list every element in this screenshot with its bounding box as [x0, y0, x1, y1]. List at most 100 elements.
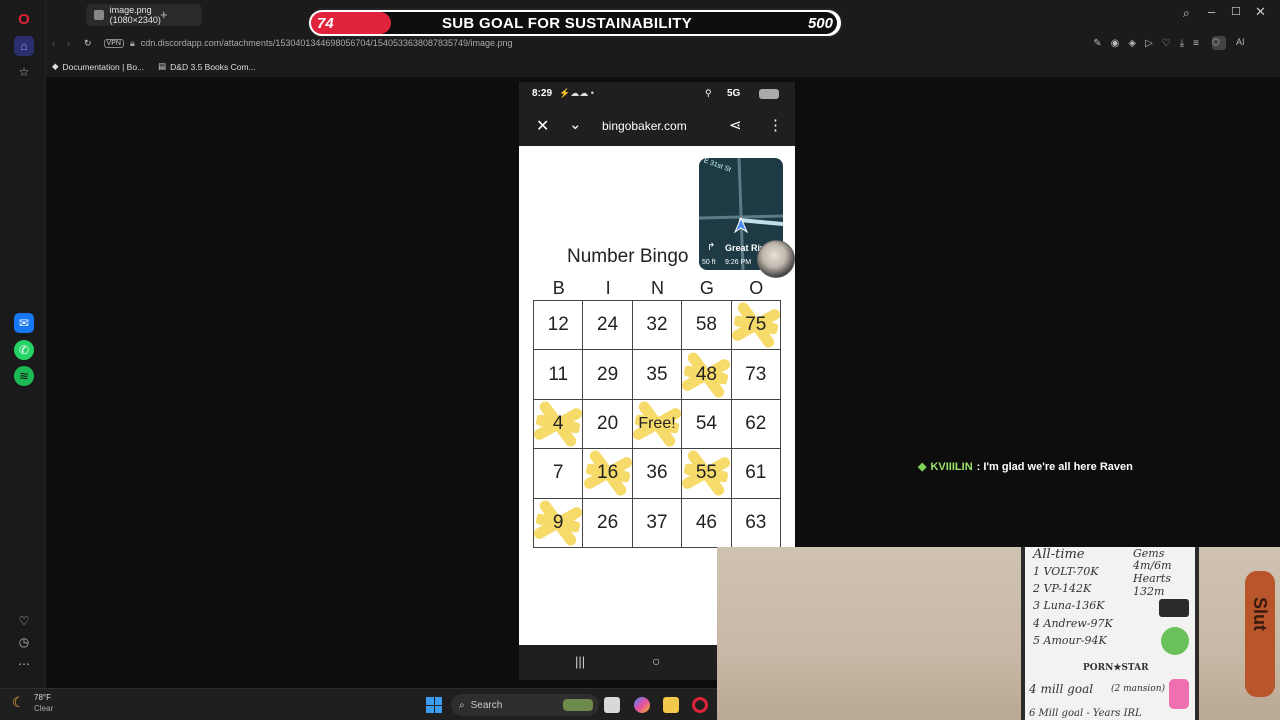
bingo-cell[interactable]: 62 — [731, 399, 781, 450]
phone-browser-bar: ✕ ⌄ bingobaker.com ⋖ ⋮ — [519, 106, 795, 146]
bingo-cell-value: 58 — [695, 314, 717, 336]
bingo-cell[interactable]: 37 — [632, 498, 683, 548]
bingo-column-header: N — [650, 278, 664, 298]
new-tab-button[interactable]: + — [160, 7, 168, 22]
ai-button[interactable]: AI — [1236, 37, 1245, 47]
bingo-cell[interactable]: 75 — [731, 301, 781, 351]
bingo-cell-value: 4 — [552, 412, 564, 434]
whatsapp-icon[interactable]: ✆ — [14, 340, 34, 360]
board-line: 1 VOLT-70K — [1033, 565, 1099, 578]
bingo-cell[interactable]: 11 — [534, 350, 584, 400]
file-explorer-icon[interactable] — [663, 697, 679, 713]
bingo-cell[interactable]: 4 — [534, 399, 584, 450]
bingo-cell[interactable]: 48 — [682, 350, 732, 400]
bingo-cell[interactable]: 24 — [583, 301, 633, 351]
sub-goal-bar: 74 SUB GOAL FOR SUSTAINABILITY 500 — [307, 8, 843, 38]
back-icon[interactable]: ‹ — [52, 38, 55, 48]
home-button-icon[interactable]: ○ — [652, 653, 660, 669]
bingo-cell[interactable]: 35 — [632, 350, 683, 400]
bingo-cell-value: 9 — [552, 511, 564, 533]
bingo-cell[interactable]: 32 — [632, 301, 683, 351]
extensions-icon[interactable]: ⬡ — [1212, 37, 1220, 48]
bingo-cell[interactable]: 16 — [583, 449, 633, 499]
recents-icon[interactable]: ||| — [575, 654, 585, 669]
bingo-cell[interactable]: 12 — [534, 301, 584, 351]
bingo-cell[interactable]: 61 — [731, 449, 781, 499]
sub-goal-current: 74 — [317, 15, 334, 32]
paddle-text: Slut — [1250, 597, 1270, 631]
board-line: All-time — [1033, 547, 1085, 562]
reload-icon[interactable]: ↻ — [84, 38, 92, 49]
forward-icon[interactable]: › — [67, 38, 70, 48]
sub-goal-title: SUB GOAL FOR SUSTAINABILITY — [442, 15, 693, 32]
bingo-cell-value: 16 — [597, 462, 619, 484]
share-icon[interactable]: ⋖ — [729, 116, 742, 134]
history-icon[interactable]: ◷ — [14, 632, 34, 652]
bingo-cell-value: 24 — [597, 314, 619, 336]
opera-taskbar-icon[interactable] — [692, 697, 708, 713]
bingo-cell-value: 63 — [745, 511, 767, 533]
bingo-cell-value: Free! — [638, 414, 676, 432]
bingo-cell[interactable]: 46 — [682, 498, 732, 548]
browser-sidebar: O ⌂ ☆ ✉ ✆ ≋ ♡ ◷ ⋯ — [0, 0, 46, 688]
bingo-cell[interactable]: 63 — [731, 498, 781, 548]
bingo-cell[interactable]: 29 — [583, 350, 633, 400]
bingo-cell-value: 20 — [597, 412, 619, 434]
bingo-cell[interactable]: 36 — [632, 449, 683, 499]
more-icon[interactable]: ⋯ — [14, 654, 34, 674]
chat-username: KVIIILIN — [930, 460, 973, 473]
browser-tab[interactable]: image.png (1080×2340) — [86, 4, 202, 26]
bookmark-dnd-books[interactable]: ▤ D&D 3.5 Books Com... — [158, 61, 256, 72]
page-domain: bingobaker.com — [602, 119, 687, 133]
weather-temp[interactable]: 78°F — [34, 693, 51, 702]
copilot-icon[interactable] — [634, 697, 650, 713]
paddle: Slut — [1245, 571, 1275, 697]
messenger-icon[interactable]: ✉ — [14, 313, 34, 333]
board-line: 6 Mill goal - Years IRL — [1029, 708, 1142, 719]
opera-logo-icon[interactable]: O — [14, 9, 34, 29]
maximize-button[interactable]: ☐ — [1231, 5, 1241, 18]
bingo-cell[interactable]: 58 — [682, 301, 732, 351]
toolbar-icons[interactable]: ✎◉◈▷♡⤓≡ — [1093, 38, 1208, 49]
bingo-cell-value: 36 — [646, 462, 668, 484]
close-icon[interactable]: ✕ — [536, 116, 549, 136]
url-field[interactable]: cdn.discordapp.com/attachments/153040134… — [141, 38, 513, 48]
avatar[interactable] — [757, 240, 795, 278]
chat-text: : I'm glad we're all here Raven — [976, 460, 1133, 473]
bingo-cell-value: 26 — [597, 511, 619, 533]
vpn-badge[interactable]: VPN — [103, 38, 124, 48]
heart-icon[interactable]: ♡ — [14, 611, 34, 631]
bingo-card: 12 24 32 58 75 11 29 35 48 73 4 20 Free! 54 62 7 16 36 55 6… — [533, 300, 781, 548]
bingo-cell-value: 12 — [547, 314, 569, 336]
bingo-cell-value: 62 — [745, 412, 767, 434]
bingo-cell[interactable]: 55 — [682, 449, 732, 499]
bookmark-documentation[interactable]: ◆ Documentation | Bo... — [52, 61, 144, 72]
spotify-icon[interactable]: ≋ — [14, 366, 34, 386]
webcam-feed: All-time 1 VOLT-70K 2 VP-142K 3 Luna-136… — [717, 547, 1280, 720]
bingo-cell[interactable]: Free! — [632, 399, 683, 450]
close-window-button[interactable]: ✕ — [1255, 4, 1266, 20]
home-icon[interactable]: ⌂ — [14, 36, 34, 56]
bookmarks-bar: ◆ Documentation | Bo... ▤ D&D 3.5 Books … — [46, 56, 1280, 78]
bingo-cell-value: 35 — [646, 363, 668, 385]
bingo-cell[interactable]: 20 — [583, 399, 633, 450]
bingo-column-header: G — [699, 278, 714, 298]
taskbar-search[interactable]: ⌕ Search — [451, 694, 599, 716]
chevron-down-icon[interactable]: ⌄ — [569, 115, 582, 133]
tab-title: image.png (1080×2340) — [109, 5, 161, 25]
bingo-cell[interactable]: 9 — [534, 498, 584, 548]
bingo-cell[interactable]: 7 — [534, 449, 584, 499]
overflow-menu-icon[interactable]: ⋮ — [768, 116, 783, 134]
bingo-cell[interactable]: 26 — [583, 498, 633, 548]
bingo-cell[interactable]: 73 — [731, 350, 781, 400]
search-tabs-icon[interactable]: ⌕ — [1183, 6, 1190, 21]
windows-start-button[interactable] — [426, 697, 442, 713]
minimize-button[interactable]: – — [1208, 4, 1215, 19]
bingo-cell[interactable]: 54 — [682, 399, 732, 450]
bingo-cell-value: 11 — [548, 363, 569, 385]
star-icon[interactable]: ☆ — [14, 62, 34, 82]
task-view-icon[interactable] — [604, 697, 620, 713]
bingo-cell-value: 48 — [695, 363, 717, 385]
bingo-column-header: O — [749, 278, 764, 298]
image-icon — [94, 10, 104, 20]
